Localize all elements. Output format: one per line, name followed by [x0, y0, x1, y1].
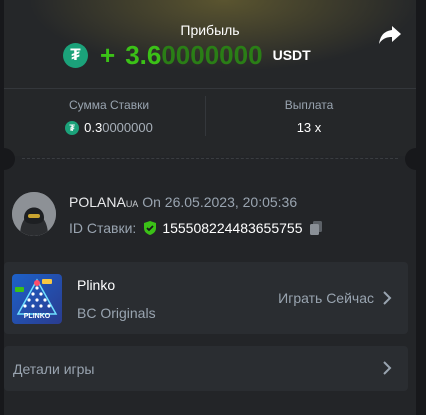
- chevron-right-icon: [383, 291, 392, 305]
- share-icon[interactable]: [378, 24, 402, 46]
- game-name: Plinko: [77, 277, 116, 293]
- username-line: POLANAUA On 26.05.2023, 20:05:36: [69, 194, 297, 210]
- username-suffix: UA: [125, 199, 139, 209]
- profit-label: Прибыль: [180, 22, 240, 38]
- plus-sign: +: [100, 39, 116, 70]
- game-details-label: Детали игры: [13, 361, 95, 377]
- copy-icon[interactable]: [308, 220, 324, 236]
- bet-id-value: 155508224483655755: [162, 220, 303, 236]
- bet-amount-zeros: 0000000: [102, 120, 153, 135]
- tether-icon: ₮: [63, 42, 88, 68]
- profit-amount-significant: 3.6: [125, 39, 162, 70]
- thumbnail-label: PLINKO: [23, 313, 51, 320]
- play-now-label: Играть Сейчас: [278, 290, 374, 306]
- username[interactable]: POLANA: [69, 194, 126, 210]
- ticket-dashed-divider: [22, 158, 398, 159]
- bet-id-row: ID Ставки: 155508224483655755: [69, 220, 324, 236]
- currency-label: USDT: [272, 47, 311, 63]
- payout-stat: Выплата 13 x: [254, 98, 364, 135]
- bet-stats: Сумма Ставки ₮ 0.30000000 Выплата 13 x: [4, 98, 416, 142]
- avatar[interactable]: [12, 192, 56, 236]
- ticket-notch-right: [405, 148, 416, 170]
- bet-user-info: POLANAUA On 26.05.2023, 20:05:36 ID Став…: [12, 190, 408, 240]
- bet-id-label: ID Ставки:: [69, 220, 137, 236]
- bet-amount-stat: Сумма Ставки ₮ 0.30000000: [44, 98, 174, 135]
- game-details-row[interactable]: Детали игры: [4, 346, 408, 391]
- bet-amount-significant: 0.3: [84, 120, 103, 135]
- profit-amount-zeros: 0000000: [161, 39, 263, 70]
- bet-amount-label: Сумма Ставки: [68, 98, 150, 112]
- payout-value: 13 x: [296, 120, 322, 135]
- hooded-figure-icon: [12, 192, 56, 236]
- profit-header: Прибыль ₮ + 3.60000000 USDT Сумма Ставки…: [4, 0, 416, 156]
- bet-timestamp: On 26.05.2023, 20:05:36: [142, 194, 298, 210]
- payout-label: Выплата: [284, 98, 334, 112]
- game-thumbnail[interactable]: PLINKO: [12, 274, 62, 324]
- chevron-right-icon: [383, 361, 392, 375]
- game-card[interactable]: PLINKO Plinko BC Originals Играть Сейчас: [4, 262, 408, 334]
- play-now-link[interactable]: Играть Сейчас: [278, 290, 392, 306]
- bet-detail-card: Прибыль ₮ + 3.60000000 USDT Сумма Ставки…: [4, 0, 416, 415]
- shield-check-icon: [144, 221, 157, 235]
- profit-amount-row: ₮ + 3.60000000 USDT: [63, 40, 311, 70]
- divider: [4, 88, 416, 89]
- game-provider: BC Originals: [77, 305, 156, 321]
- stats-divider: [205, 96, 206, 136]
- tether-icon: ₮: [65, 120, 80, 135]
- bet-amount-value: ₮ 0.30000000: [44, 120, 174, 135]
- profit-amount: 3.60000000: [125, 40, 262, 71]
